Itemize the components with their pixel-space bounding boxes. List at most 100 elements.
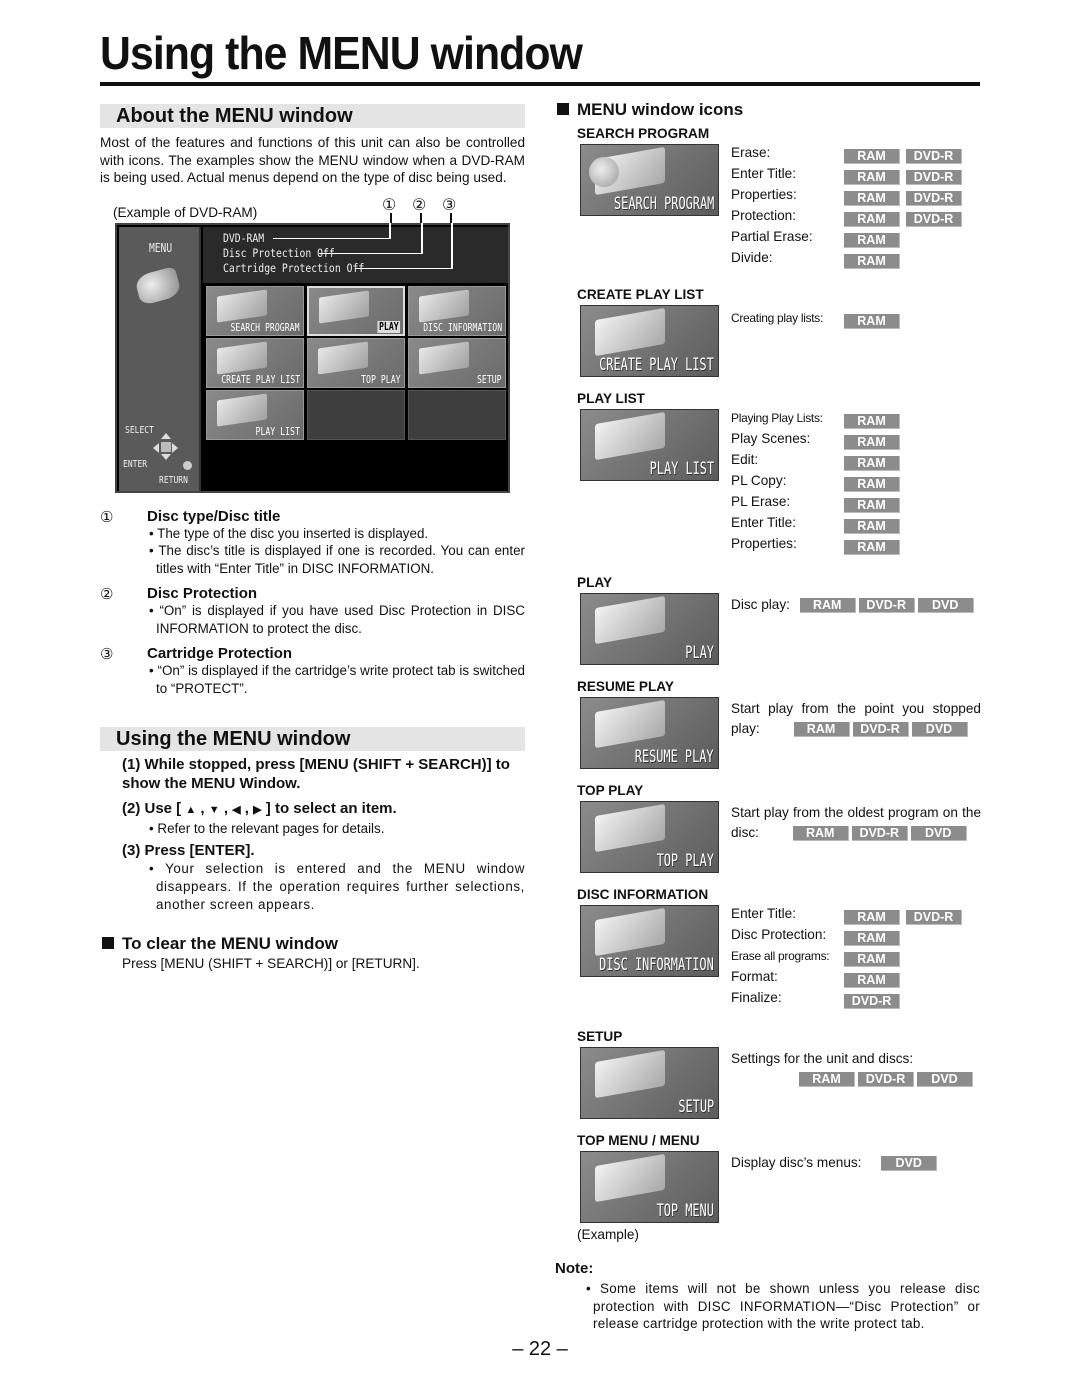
disc-type-line: DVD-RAM bbox=[223, 230, 265, 245]
leader-3 bbox=[355, 267, 451, 269]
disc-badge-dvd-r: DVD-R bbox=[906, 910, 962, 925]
about-item: ① Disc type/Disc title • The type of the … bbox=[100, 507, 525, 576]
feature-row: Erase all programs: RAM bbox=[731, 945, 981, 967]
tile-top-play[interactable]: TOP PLAY bbox=[307, 337, 405, 388]
disc-badge-dvd: DVD bbox=[910, 826, 967, 842]
feature-label: Partial Erase: bbox=[731, 229, 813, 244]
icon-caption: SEARCH PROGRAM bbox=[613, 194, 714, 214]
page-number: – 22 – bbox=[512, 1338, 568, 1360]
tile-play-list[interactable]: PLAY LIST bbox=[206, 389, 304, 440]
disc-badge-ram: RAM bbox=[844, 233, 900, 248]
disc-badge-ram: RAM bbox=[844, 498, 900, 513]
disc-badge-dvd-r: DVD-R bbox=[858, 1072, 914, 1087]
disc-badge-ram: RAM bbox=[844, 414, 900, 429]
step-3-note: • Your selection is entered and the MENU… bbox=[149, 861, 525, 912]
disc-badge-ram: RAM bbox=[844, 191, 900, 206]
menu-logo-icon bbox=[133, 265, 183, 306]
menu-label: MENU bbox=[149, 240, 173, 255]
icon-group-label: DISC INFORMATION bbox=[577, 887, 709, 902]
disc-badge-dvd-r: DVD-R bbox=[906, 212, 962, 227]
feature-row: PL Erase: RAM bbox=[731, 491, 981, 513]
tile-play[interactable]: PLAY bbox=[307, 285, 405, 336]
icon-group-details: Creating play lists: RAM bbox=[731, 307, 981, 329]
example-row: (Example of DVD-RAM) ① ② ③ bbox=[100, 195, 525, 223]
enter-label: ENTER bbox=[123, 458, 148, 470]
menu-icon-image: DISC INFORMATION bbox=[580, 905, 719, 977]
feature-row: Properties: RAM DVD-R bbox=[731, 184, 981, 206]
icon-group-details: Display disc’s menus: DVD bbox=[731, 1153, 981, 1173]
feature-row: Finalize: DVD-R bbox=[731, 987, 981, 1009]
step-2: (2) Use [ ▲ , ▼ , ◀ , ▶ ] to select an i… bbox=[122, 800, 397, 817]
note-heading: Note: bbox=[555, 1260, 594, 1277]
feature-description: Display disc’s menus: DVD bbox=[731, 1153, 981, 1173]
icon-caption: PLAY bbox=[685, 643, 714, 663]
icon-group-label: PLAY LIST bbox=[577, 391, 645, 406]
feature-label: Properties: bbox=[731, 187, 797, 202]
icon-group-details: Enter Title: RAM DVD-R Disc Protection: RAM E… bbox=[731, 903, 981, 1009]
example-footnote: (Example) bbox=[577, 1227, 639, 1242]
disc-badge-dvd-r: DVD-R bbox=[851, 826, 908, 842]
disc-badge-dvd-r: DVD-R bbox=[906, 149, 962, 164]
item-title: Cartridge Protection bbox=[147, 645, 293, 662]
feature-row: Playing Play Lists: RAM bbox=[731, 407, 981, 429]
tile-disc-information[interactable]: DISC INFORMATION bbox=[408, 285, 506, 336]
disc-badge-dvd: DVD bbox=[881, 1156, 938, 1172]
icon-group-details: Erase: RAM DVD-R Enter Title: RAM DVD-R Proper… bbox=[731, 142, 981, 269]
icon-group-label: RESUME PLAY bbox=[577, 679, 674, 694]
feature-description: Start play from the oldest program on th… bbox=[731, 805, 981, 842]
tile-search-program[interactable]: SEARCH PROGRAM bbox=[206, 285, 304, 336]
left-arrow-icon: ◀ bbox=[232, 804, 241, 816]
feature-description: Disc play: RAM DVD-R DVD bbox=[731, 595, 981, 615]
feature-row: Disc Protection: RAM bbox=[731, 924, 981, 946]
icon-group-details: Start play from the point you stopped pl… bbox=[731, 699, 981, 739]
disc-badge-ram: RAM bbox=[844, 540, 900, 555]
menu-icon-image: PLAY bbox=[580, 593, 719, 665]
title-rule bbox=[100, 82, 980, 86]
disc-badge-ram: RAM bbox=[844, 477, 900, 492]
dpad-icon bbox=[153, 432, 179, 467]
icons-heading: MENU window icons bbox=[555, 100, 980, 120]
disc-badge-ram: RAM bbox=[844, 435, 900, 450]
menu-header: DVD-RAM Disc Protection Off Cartridge Pr… bbox=[203, 222, 508, 283]
feature-label: Playing Play Lists: bbox=[731, 411, 823, 425]
about-intro: Most of the features and functions of th… bbox=[100, 135, 525, 185]
feature-description: Start play from the point you stopped pl… bbox=[731, 701, 981, 738]
menu-icon-image: SETUP bbox=[580, 1047, 719, 1119]
step-2-note: • Refer to the relevant pages for detail… bbox=[149, 821, 385, 836]
callout-2: ② bbox=[412, 196, 427, 214]
disc-badge-dvd: DVD bbox=[917, 1072, 973, 1087]
feature-label: Edit: bbox=[731, 452, 759, 467]
disc-badge-ram: RAM bbox=[844, 519, 900, 534]
feature-label: Erase: bbox=[731, 145, 771, 160]
icon-caption: DISC INFORMATION bbox=[599, 955, 714, 975]
feature-row: Enter Title: RAM bbox=[731, 512, 981, 534]
menu-icon-image: SEARCH PROGRAM bbox=[580, 144, 719, 216]
menu-icon-image: PLAY LIST bbox=[580, 409, 719, 481]
item-bullet: • The type of the disc you inserted is d… bbox=[149, 525, 429, 541]
icon-group-label: SETUP bbox=[577, 1029, 623, 1044]
feature-label: Erase all programs: bbox=[731, 949, 830, 963]
disc-badge-dvd: DVD bbox=[917, 598, 974, 614]
tile-setup[interactable]: SETUP bbox=[408, 337, 506, 388]
disc-badge-ram: RAM bbox=[844, 149, 900, 164]
disc-badge-dvd-r: DVD-R bbox=[858, 598, 915, 614]
feature-row: Edit: RAM bbox=[731, 449, 981, 471]
about-item: ② Disc Protection • “On” is displayed if … bbox=[100, 585, 525, 636]
about-item: ③ Cartridge Protection • “On” is displaye… bbox=[100, 645, 525, 696]
feature-row: Play Scenes: RAM bbox=[731, 428, 981, 450]
disc-badge-ram: RAM bbox=[793, 722, 850, 738]
disc-badge-dvd-r: DVD-R bbox=[844, 994, 900, 1009]
tile-empty bbox=[408, 389, 506, 440]
square-bullet-icon bbox=[557, 103, 569, 115]
tile-create-play-list[interactable]: CREATE PLAY LIST bbox=[206, 337, 304, 388]
feature-row: PL Copy: RAM bbox=[731, 470, 981, 492]
feature-label: PL Erase: bbox=[731, 494, 791, 509]
select-label: SELECT bbox=[125, 424, 154, 436]
up-arrow-icon: ▲ bbox=[185, 804, 197, 816]
menu-screen: MENU SELECT ENTER RETURN DVD-RAM Disc Pr… bbox=[115, 222, 510, 493]
disc-badge-ram: RAM bbox=[799, 598, 856, 614]
disc-badge-dvd-r: DVD-R bbox=[852, 722, 909, 738]
menu-icon-image: TOP MENU bbox=[580, 1151, 719, 1223]
down-arrow-icon: ▼ bbox=[208, 804, 220, 816]
menu-icon-image: CREATE PLAY LIST bbox=[580, 305, 719, 377]
